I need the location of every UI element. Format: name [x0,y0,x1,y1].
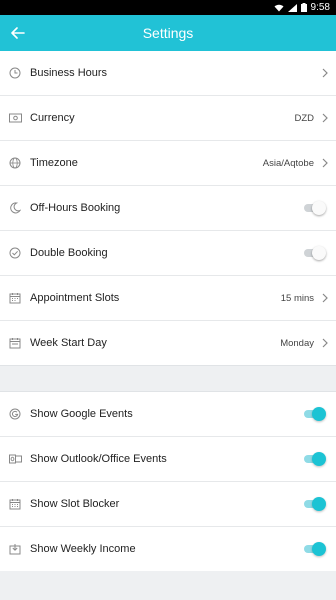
setting-row-show-weekly-income: Show Weekly Income [0,527,336,571]
battery-icon [300,3,307,12]
setting-value: Asia/Aqtobe [262,157,314,169]
google-icon [8,407,22,421]
show-google-events-toggle[interactable] [302,407,326,421]
check-circle-icon [8,246,22,260]
setting-value: DZD [294,112,314,124]
chevron-right-icon [320,112,330,124]
setting-row-show-slot-blocker: Show Slot Blocker [0,482,336,527]
clock-icon [8,66,22,80]
chevron-right-icon [320,292,330,304]
chevron-right-icon [320,157,330,169]
setting-label: Off-Hours Booking [30,202,121,214]
setting-row-appointment-slots[interactable]: Appointment Slots 15 mins [0,276,336,321]
status-time: 9:58 [310,2,330,13]
setting-row-business-hours[interactable]: Business Hours [0,51,336,96]
setting-value: 15 mins [280,292,314,304]
money-icon [8,111,22,125]
setting-label: Currency [30,112,75,124]
calendar-settings-group: Show Google Events Show Outlook/Office E… [0,392,336,571]
toggle-knob [312,407,326,421]
arrow-left-icon [11,27,25,39]
setting-row-off-hours-booking: Off-Hours Booking [0,186,336,231]
double-booking-toggle[interactable] [302,246,326,260]
show-outlook-events-toggle[interactable] [302,452,326,466]
toggle-knob [312,201,326,215]
calendar-icon [8,336,22,350]
general-settings-group: Business Hours Currency DZD Timezone Asi… [0,51,336,365]
setting-label: Show Outlook/Office Events [30,453,167,465]
off-hours-booking-toggle[interactable] [302,201,326,215]
toggle-knob [312,246,326,260]
setting-label: Business Hours [30,67,108,79]
income-icon [8,542,22,556]
setting-value: Monday [280,337,314,349]
back-button[interactable] [8,23,28,43]
setting-label: Week Start Day [30,337,107,349]
setting-label: Appointment Slots [30,292,120,304]
chevron-right-icon [320,337,330,349]
setting-row-show-google-events: Show Google Events [0,392,336,437]
setting-label: Show Google Events [30,408,133,420]
show-weekly-income-toggle[interactable] [302,542,326,556]
toggle-knob [312,542,326,556]
setting-row-timezone[interactable]: Timezone Asia/Aqtobe [0,141,336,186]
app-bar: Settings [0,15,336,51]
setting-label: Show Weekly Income [30,543,136,555]
calendar-grid-icon [8,497,22,511]
toggle-knob [312,452,326,466]
toggle-knob [312,497,326,511]
page-title: Settings [142,25,194,41]
wifi-icon [274,4,284,11]
setting-row-double-booking: Double Booking [0,231,336,276]
section-divider [0,365,336,392]
setting-label: Double Booking [30,247,108,259]
setting-label: Timezone [30,157,78,169]
globe-icon [8,156,22,170]
chevron-right-icon [320,67,330,79]
setting-row-week-start-day[interactable]: Week Start Day Monday [0,321,336,365]
signal-icon [287,3,297,12]
calendar-icon [8,291,22,305]
setting-row-show-outlook-events: Show Outlook/Office Events [0,437,336,482]
moon-icon [8,201,22,215]
show-slot-blocker-toggle[interactable] [302,497,326,511]
setting-row-currency[interactable]: Currency DZD [0,96,336,141]
setting-label: Show Slot Blocker [30,498,120,510]
outlook-icon [8,452,22,466]
status-bar: 9:58 [0,0,336,15]
